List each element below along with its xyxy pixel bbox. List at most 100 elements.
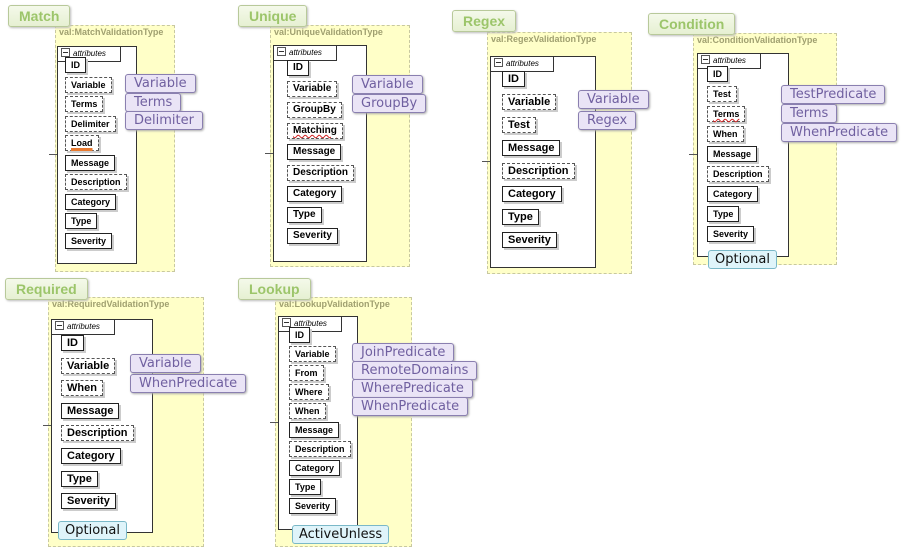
attribute-category[interactable]: Category [707, 186, 759, 202]
attribute-message[interactable]: Message [502, 140, 561, 156]
annotation-variable: Variable [578, 90, 649, 109]
attribute-description[interactable]: Description [707, 166, 769, 182]
attribute-variable[interactable]: Variable [502, 94, 557, 110]
attribute-variable[interactable]: Variable [287, 81, 338, 97]
connector-line [49, 154, 57, 155]
annotation-whenpredicate: WhenPredicate [352, 397, 469, 416]
collapse-icon[interactable] [701, 55, 710, 64]
type-name: val:RegexValidationType [491, 34, 597, 44]
attribute-category[interactable]: Category [289, 460, 341, 476]
attribute-when[interactable]: When [707, 126, 744, 142]
panel-label-lookup[interactable]: Lookup [238, 278, 311, 300]
attribute-from[interactable]: From [289, 365, 324, 381]
attribute-id[interactable]: ID [289, 327, 310, 343]
attribute-category[interactable]: Category [61, 448, 121, 464]
type-name: val:UniqueValidationType [274, 27, 383, 37]
panel-label-condition[interactable]: Condition [648, 13, 736, 35]
annotation-groupby: GroupBy [352, 93, 427, 113]
attributes-header[interactable]: attributes [51, 319, 115, 335]
attribute-id[interactable]: ID [65, 57, 86, 73]
type-name: val:MatchValidationType [59, 27, 164, 37]
collapse-icon[interactable] [61, 48, 70, 57]
attribute-where[interactable]: Where [289, 384, 329, 400]
panel-label-unique[interactable]: Unique [238, 5, 308, 27]
attribute-id[interactable]: ID [707, 66, 728, 82]
attribute-load[interactable]: Load [65, 135, 99, 151]
annotation-variable: Variable [130, 354, 201, 373]
annotation-regex: Regex [578, 111, 637, 130]
attribute-variable[interactable]: Variable [289, 346, 336, 362]
attribute-description[interactable]: Description [287, 165, 355, 181]
attribute-description[interactable]: Description [289, 441, 351, 457]
attribute-severity[interactable]: Severity [707, 226, 755, 242]
attribute-severity[interactable]: Severity [289, 498, 337, 514]
annotation-remotedomains: RemoteDomains [352, 361, 478, 380]
panel-label-required[interactable]: Required [5, 278, 88, 300]
collapse-icon[interactable] [55, 321, 64, 330]
attribute-type[interactable]: Type [61, 470, 98, 487]
collapse-icon[interactable] [494, 58, 503, 67]
footer-note-optional: Optional [58, 521, 127, 540]
connector-line [689, 154, 697, 155]
attribute-type[interactable]: Type [287, 207, 322, 223]
attribute-description[interactable]: Description [61, 425, 134, 442]
attribute-type[interactable]: Type [707, 206, 740, 222]
attribute-variable[interactable]: Variable [65, 76, 112, 93]
attribute-id[interactable]: ID [287, 60, 309, 76]
type-name: val:LookupValidationType [279, 299, 390, 309]
attribute-severity[interactable]: Severity [502, 232, 557, 248]
attribute-terms[interactable]: Terms [707, 106, 746, 122]
attributes-label: attributes [506, 59, 539, 68]
attribute-type[interactable]: Type [289, 479, 322, 495]
attribute-description[interactable]: Description [65, 174, 127, 190]
attribute-id[interactable]: ID [61, 335, 84, 351]
type-name: val:RequiredValidationType [52, 299, 170, 309]
attribute-severity[interactable]: Severity [287, 228, 338, 244]
attribute-severity[interactable]: Severity [61, 493, 116, 510]
attributes-header[interactable]: attributes [273, 45, 337, 61]
annotation-variable: Variable [352, 75, 423, 94]
attribute-type[interactable]: Type [65, 213, 98, 229]
collapse-icon[interactable] [282, 318, 291, 327]
attribute-message[interactable]: Message [287, 144, 342, 160]
annotation-whenpredicate: WhenPredicate [781, 123, 898, 142]
type-name: val:ConditionValidationType [697, 35, 818, 45]
attribute-category[interactable]: Category [287, 186, 343, 202]
annotation-testpredicate: TestPredicate [781, 85, 886, 104]
attribute-category[interactable]: Category [502, 186, 562, 202]
attribute-test[interactable]: Test [502, 117, 536, 133]
footer-note-optional: Optional [708, 250, 777, 269]
attributes-label: attributes [67, 322, 100, 331]
collapse-icon[interactable] [277, 47, 286, 56]
attribute-test[interactable]: Test [707, 86, 737, 102]
attribute-terms[interactable]: Terms [65, 96, 104, 112]
attributes-header[interactable]: attributes [490, 56, 554, 72]
attribute-message[interactable]: Message [707, 146, 758, 162]
annotation-joinpredicate: JoinPredicate [352, 343, 455, 362]
attribute-message[interactable]: Message [61, 402, 120, 419]
attributes-label: attributes [713, 56, 746, 65]
attribute-when[interactable]: When [289, 403, 326, 419]
connector-line [265, 152, 273, 154]
attribute-variable[interactable]: Variable [61, 357, 116, 374]
attribute-category[interactable]: Category [65, 193, 117, 210]
annotation-terms: Terms [125, 92, 182, 112]
attribute-message[interactable]: Message [65, 154, 116, 171]
attribute-matching[interactable]: Matching [287, 123, 343, 139]
connector-line [43, 425, 51, 426]
annotation-wherepredicate: WherePredicate [352, 379, 473, 398]
panel-label-regex[interactable]: Regex [452, 10, 517, 32]
connector-line [270, 422, 278, 423]
attribute-message[interactable]: Message [289, 422, 340, 438]
connector-line [482, 161, 490, 162]
attribute-id[interactable]: ID [502, 71, 525, 87]
annotation-terms: Terms [781, 104, 838, 123]
annotation-delimiter: Delimiter [125, 111, 203, 130]
attribute-delimiter[interactable]: Delimiter [65, 115, 116, 132]
attribute-severity[interactable]: Severity [65, 232, 113, 249]
panel-label-match[interactable]: Match [8, 5, 71, 27]
attribute-type[interactable]: Type [502, 209, 539, 225]
attribute-description[interactable]: Description [502, 163, 575, 179]
attribute-groupby[interactable]: GroupBy [287, 102, 342, 118]
attribute-when[interactable]: When [61, 380, 103, 397]
